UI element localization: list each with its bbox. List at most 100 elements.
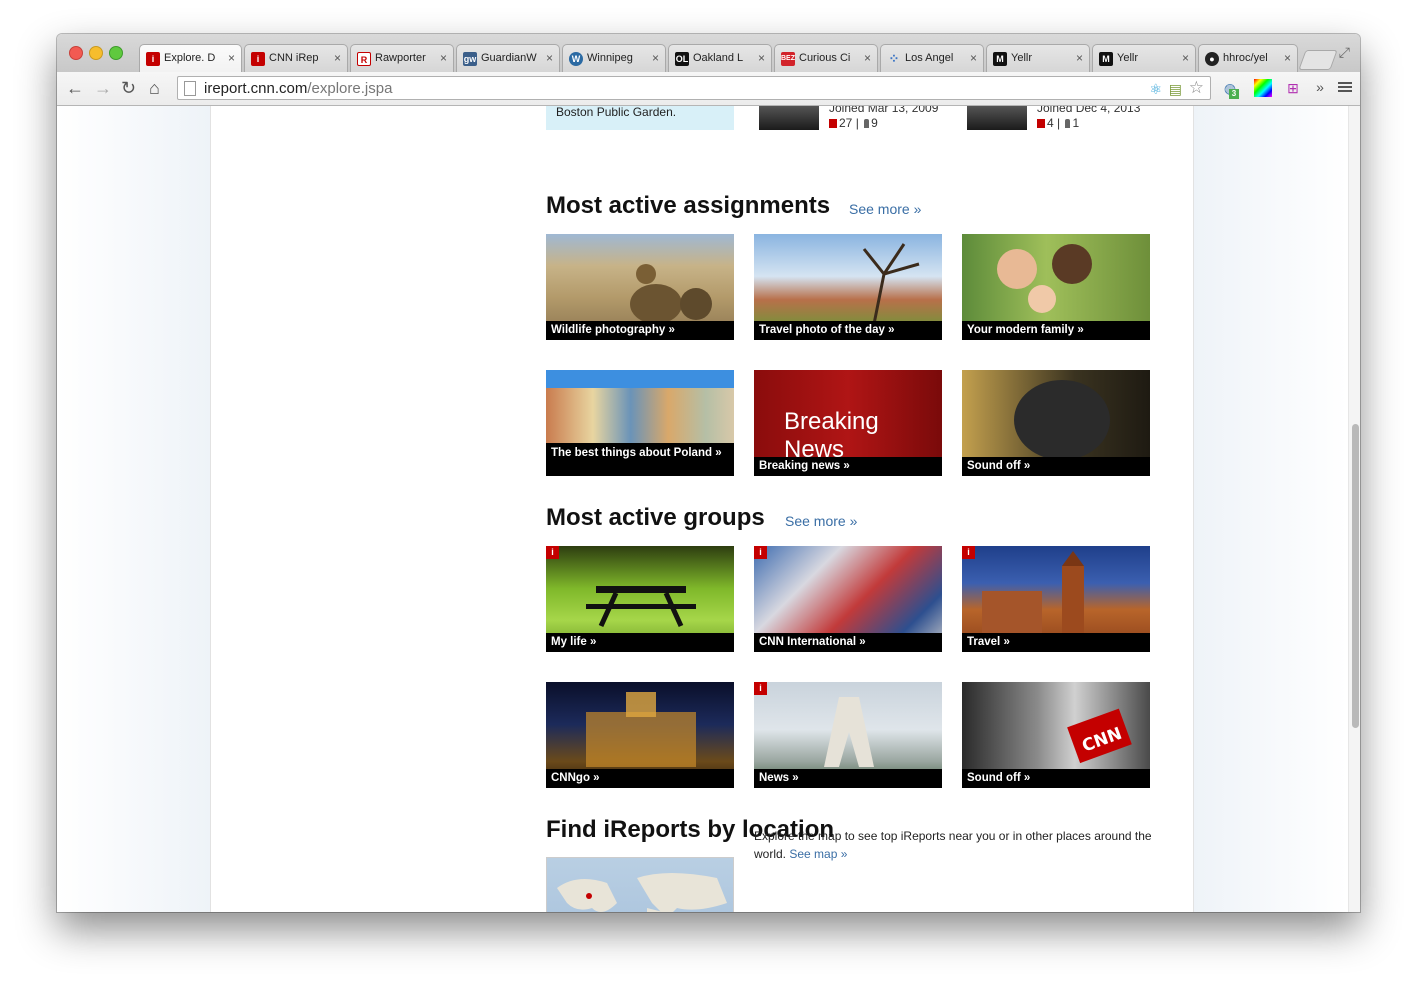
network-extension-icon[interactable]: ⚛ bbox=[1149, 81, 1162, 98]
tab-close-icon[interactable]: × bbox=[440, 51, 447, 65]
microphone-image bbox=[1014, 380, 1110, 460]
picnic-table-image bbox=[586, 586, 696, 628]
ireport-badge-icon: i bbox=[754, 682, 767, 695]
castle-image bbox=[982, 551, 1084, 636]
minimize-window-button[interactable] bbox=[89, 46, 103, 60]
color-picker-icon[interactable] bbox=[1254, 79, 1272, 97]
ireport-count-icon bbox=[1037, 119, 1045, 128]
tab-close-icon[interactable]: × bbox=[546, 51, 553, 65]
page-viewport: Boston Public Garden. Joined Mar 13, 200… bbox=[57, 106, 1360, 912]
story-card[interactable]: Boston Public Garden. bbox=[546, 106, 734, 130]
bookmark-star-icon[interactable]: ☆ bbox=[1189, 78, 1204, 98]
tab-close-icon[interactable]: × bbox=[652, 51, 659, 65]
close-window-button[interactable] bbox=[69, 46, 83, 60]
world-map-thumbnail[interactable] bbox=[546, 857, 734, 912]
group-tile-cnn-international[interactable]: i CNN International » bbox=[754, 546, 942, 652]
tab-cnn-ireport[interactable]: i CNN iRep × bbox=[244, 44, 348, 72]
tab-close-icon[interactable]: × bbox=[334, 51, 341, 65]
groups-heading: Most active groups bbox=[546, 504, 765, 531]
cnn-microphone-image: CNN bbox=[1067, 708, 1132, 764]
assignment-tile-sound-off[interactable]: Sound off » bbox=[962, 370, 1150, 476]
tab-yellr-2[interactable]: M Yellr × bbox=[1092, 44, 1196, 72]
scrollbar-thumb[interactable] bbox=[1352, 424, 1359, 728]
world-map-image bbox=[557, 873, 727, 912]
wordpress-icon: W bbox=[569, 52, 583, 66]
tab-curious-city[interactable]: BEZ Curious Ci × bbox=[774, 44, 878, 72]
tab-guardianwitness[interactable]: gw GuardianW × bbox=[456, 44, 560, 72]
yellr-icon: M bbox=[1099, 52, 1113, 66]
assignment-tile-breaking-news[interactable]: Breaking News Breaking news » bbox=[754, 370, 942, 476]
back-icon[interactable]: ← bbox=[66, 78, 84, 98]
assignments-heading: Most active assignments bbox=[546, 192, 831, 219]
assignment-tile-wildlife[interactable]: Wildlife photography » bbox=[546, 234, 734, 340]
see-map-link[interactable]: See map » bbox=[789, 847, 847, 861]
tab-explore[interactable]: i Explore. D × bbox=[139, 44, 242, 72]
azadi-tower-image bbox=[824, 697, 874, 767]
groups-see-more-link[interactable]: See more » bbox=[785, 513, 857, 529]
url-text: ireport.cnn.com/explore.jspa bbox=[204, 80, 393, 97]
night-building-image bbox=[586, 692, 696, 767]
assignments-see-more-link[interactable]: See more » bbox=[849, 201, 921, 217]
window-resizer-icon[interactable]: ⊞ bbox=[1284, 79, 1302, 97]
follower-icon bbox=[1065, 119, 1071, 128]
member-avatar[interactable] bbox=[967, 106, 1027, 130]
chrome-menu-icon[interactable] bbox=[1338, 80, 1352, 94]
tab-yellr[interactable]: M Yellr × bbox=[986, 44, 1090, 72]
fullscreen-icon[interactable]: ⤢ bbox=[1339, 44, 1350, 61]
ireport-badge-icon: i bbox=[754, 546, 767, 559]
follower-icon bbox=[864, 119, 870, 128]
group-tile-sound-off[interactable]: CNN Sound off » bbox=[962, 682, 1150, 788]
tab-close-icon[interactable]: × bbox=[1182, 51, 1189, 65]
forward-icon[interactable]: → bbox=[94, 78, 112, 98]
zoom-window-button[interactable] bbox=[109, 46, 123, 60]
tab-close-icon[interactable]: × bbox=[758, 51, 765, 65]
vertical-scrollbar[interactable] bbox=[1348, 106, 1360, 912]
tab-close-icon[interactable]: × bbox=[864, 51, 871, 65]
github-icon: ● bbox=[1205, 52, 1219, 66]
assignment-tile-modern-family[interactable]: Your modern family » bbox=[962, 234, 1150, 340]
ireport-badge-icon: i bbox=[546, 546, 559, 559]
member-avatar[interactable] bbox=[759, 106, 819, 130]
tab-close-icon[interactable]: × bbox=[970, 51, 977, 65]
tab-los-angeles[interactable]: ⁘ Los Angel × bbox=[880, 44, 984, 72]
home-icon[interactable]: ⌂ bbox=[149, 78, 160, 98]
assignment-tile-poland[interactable]: The best things about Poland » bbox=[546, 370, 734, 476]
location-description: Explore the map to see top iReports near… bbox=[754, 829, 1152, 861]
yellr-icon: M bbox=[993, 52, 1007, 66]
new-tab-button[interactable] bbox=[1298, 50, 1338, 70]
ireport-badge-icon: i bbox=[962, 546, 975, 559]
tab-close-icon[interactable]: × bbox=[228, 51, 235, 65]
extension-badge: 3 bbox=[1229, 89, 1239, 99]
reload-icon[interactable]: ↻ bbox=[121, 78, 136, 98]
page-action-icon[interactable]: ▤ bbox=[1169, 81, 1182, 98]
tab-winnipeg[interactable]: W Winnipeg × bbox=[562, 44, 666, 72]
la-icon: ⁘ bbox=[888, 51, 900, 66]
guardian-witness-icon: gw bbox=[463, 52, 477, 66]
ireport-icon: i bbox=[146, 52, 160, 66]
tab-oakland-local[interactable]: OL Oakland L × bbox=[668, 44, 772, 72]
rawporter-icon: R bbox=[357, 52, 371, 66]
oakland-local-icon: OL bbox=[675, 52, 689, 66]
group-tile-news[interactable]: i News » bbox=[754, 682, 942, 788]
extensions-overflow-icon[interactable]: » bbox=[1311, 78, 1329, 96]
ireport-icon: i bbox=[251, 52, 265, 66]
address-bar[interactable]: ireport.cnn.com/explore.jspa ⚛ ▤ ☆ bbox=[177, 76, 1211, 100]
group-tile-cnngo[interactable]: CNNgo » bbox=[546, 682, 734, 788]
member-info: Joined Mar 13, 2009 27 | 9 bbox=[829, 106, 939, 130]
assignment-tile-travel-photo[interactable]: Travel photo of the day » bbox=[754, 234, 942, 340]
browser-toolbar: ← → ↻ ⌂ ireport.cnn.com/explore.jspa ⚛ ▤… bbox=[57, 72, 1360, 106]
family-image bbox=[997, 244, 1092, 313]
page-background-right bbox=[1192, 106, 1348, 912]
group-tile-travel[interactable]: i Travel » bbox=[962, 546, 1150, 652]
browser-window: i Explore. D × i CNN iRep × R Rawporter … bbox=[57, 34, 1360, 912]
group-tile-my-life[interactable]: i My life » bbox=[546, 546, 734, 652]
tab-close-icon[interactable]: × bbox=[1076, 51, 1083, 65]
member-info: Joined Dec 4, 2013 4 | 1 bbox=[1037, 106, 1141, 130]
tab-close-icon[interactable]: × bbox=[1284, 51, 1291, 65]
page-icon bbox=[184, 81, 196, 96]
tab-github[interactable]: ● hhroc/yel × bbox=[1198, 44, 1298, 72]
cheetah-image bbox=[630, 264, 712, 324]
tab-rawporter[interactable]: R Rawporter × bbox=[350, 44, 454, 72]
wbez-icon: BEZ bbox=[781, 52, 795, 66]
tab-strip: i Explore. D × i CNN iRep × R Rawporter … bbox=[57, 34, 1360, 72]
